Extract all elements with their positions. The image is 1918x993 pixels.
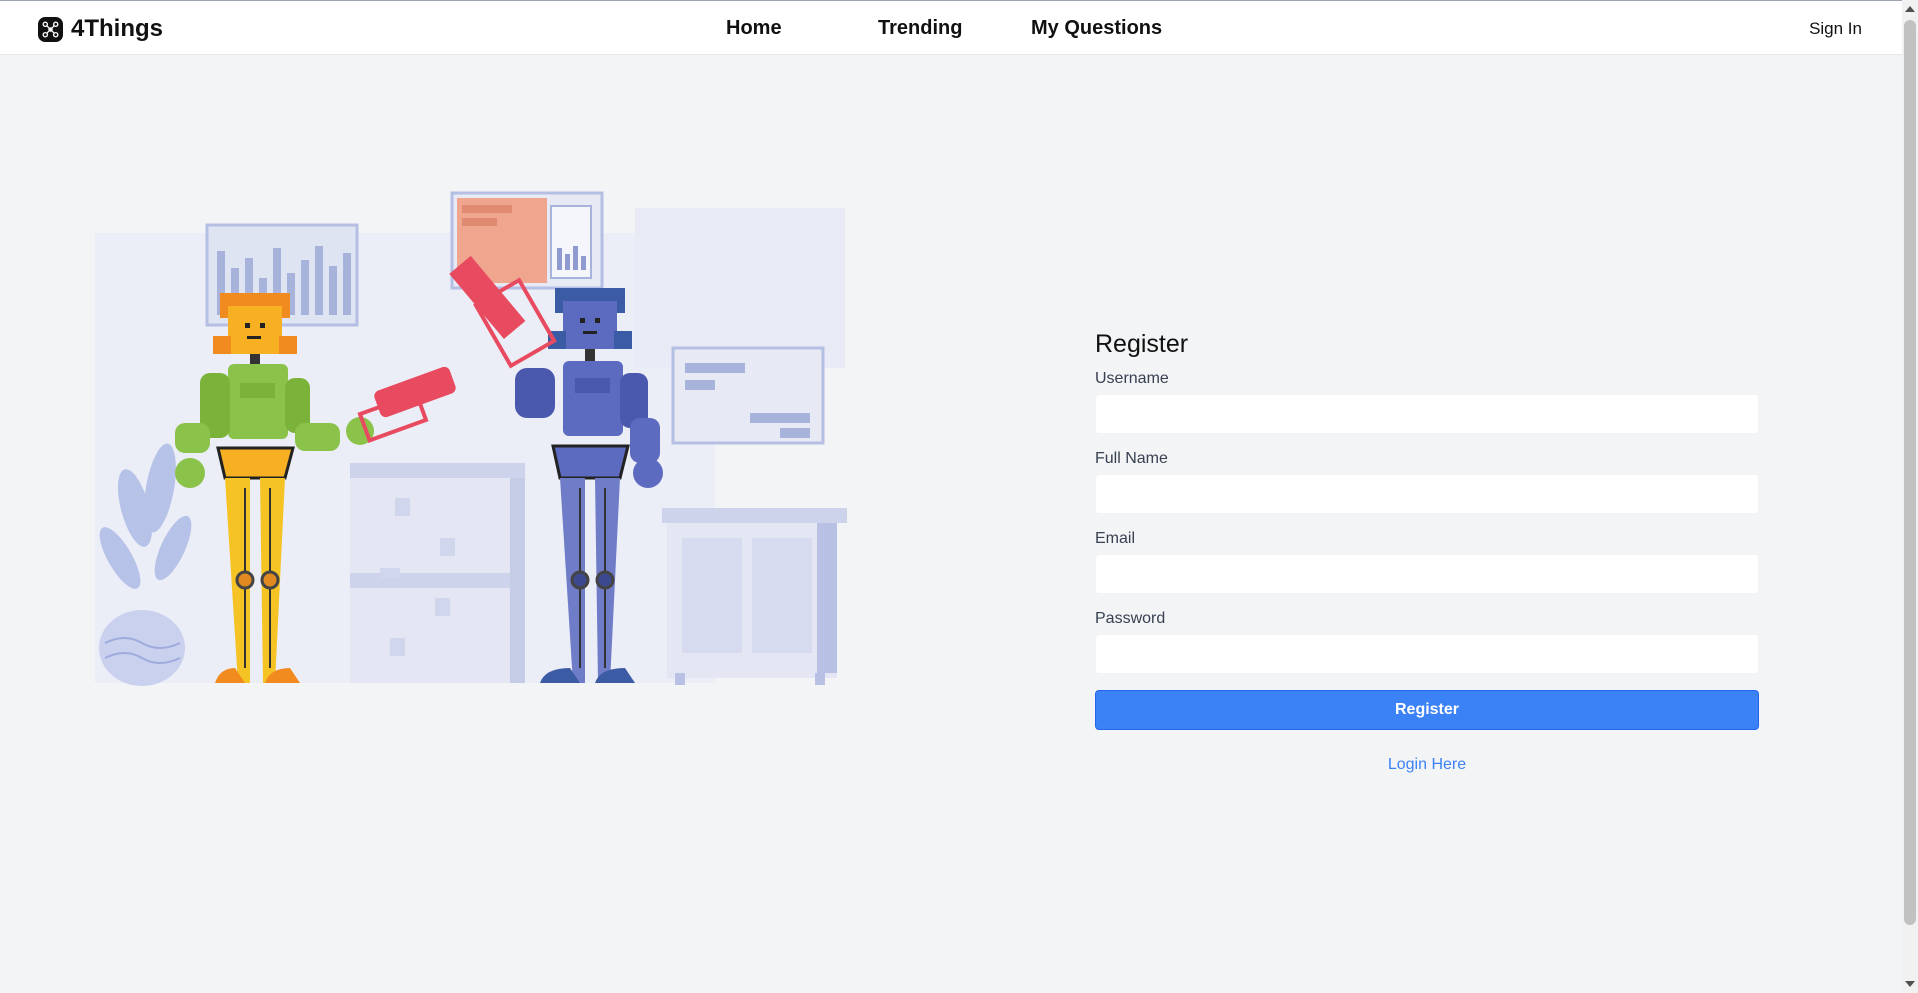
top-nav-bar: 4Things Home Trending My Questions Sign … <box>0 0 1902 55</box>
username-input[interactable] <box>1095 394 1759 434</box>
scroll-up-arrow-icon[interactable] <box>1905 6 1915 12</box>
register-button[interactable]: Register <box>1095 690 1759 730</box>
robots-illustration <box>95 191 847 686</box>
brand-logo-icon <box>38 16 63 42</box>
register-form: Register Username Full Name Email Passwo… <box>1095 326 1759 774</box>
username-label: Username <box>1095 370 1169 387</box>
full-name-input[interactable] <box>1095 474 1759 514</box>
scroll-down-arrow-icon[interactable] <box>1905 981 1915 987</box>
login-here-link[interactable]: Login Here <box>1095 756 1759 774</box>
nav-my-questions[interactable]: My Questions <box>1031 17 1162 40</box>
password-input[interactable] <box>1095 634 1759 674</box>
email-label: Email <box>1095 530 1136 547</box>
full-name-label: Full Name <box>1095 450 1168 467</box>
password-label: Password <box>1095 610 1166 627</box>
nav-home[interactable]: Home <box>726 17 782 40</box>
register-title: Register <box>1095 330 1189 358</box>
vertical-scrollbar[interactable] <box>1902 0 1918 993</box>
brand-name: 4Things <box>71 15 164 42</box>
nav-trending[interactable]: Trending <box>878 17 962 40</box>
brand[interactable]: 4Things <box>38 15 163 43</box>
sign-in-link[interactable]: Sign In <box>1809 19 1862 39</box>
email-input[interactable] <box>1095 554 1759 594</box>
scrollbar-thumb[interactable] <box>1904 20 1916 925</box>
